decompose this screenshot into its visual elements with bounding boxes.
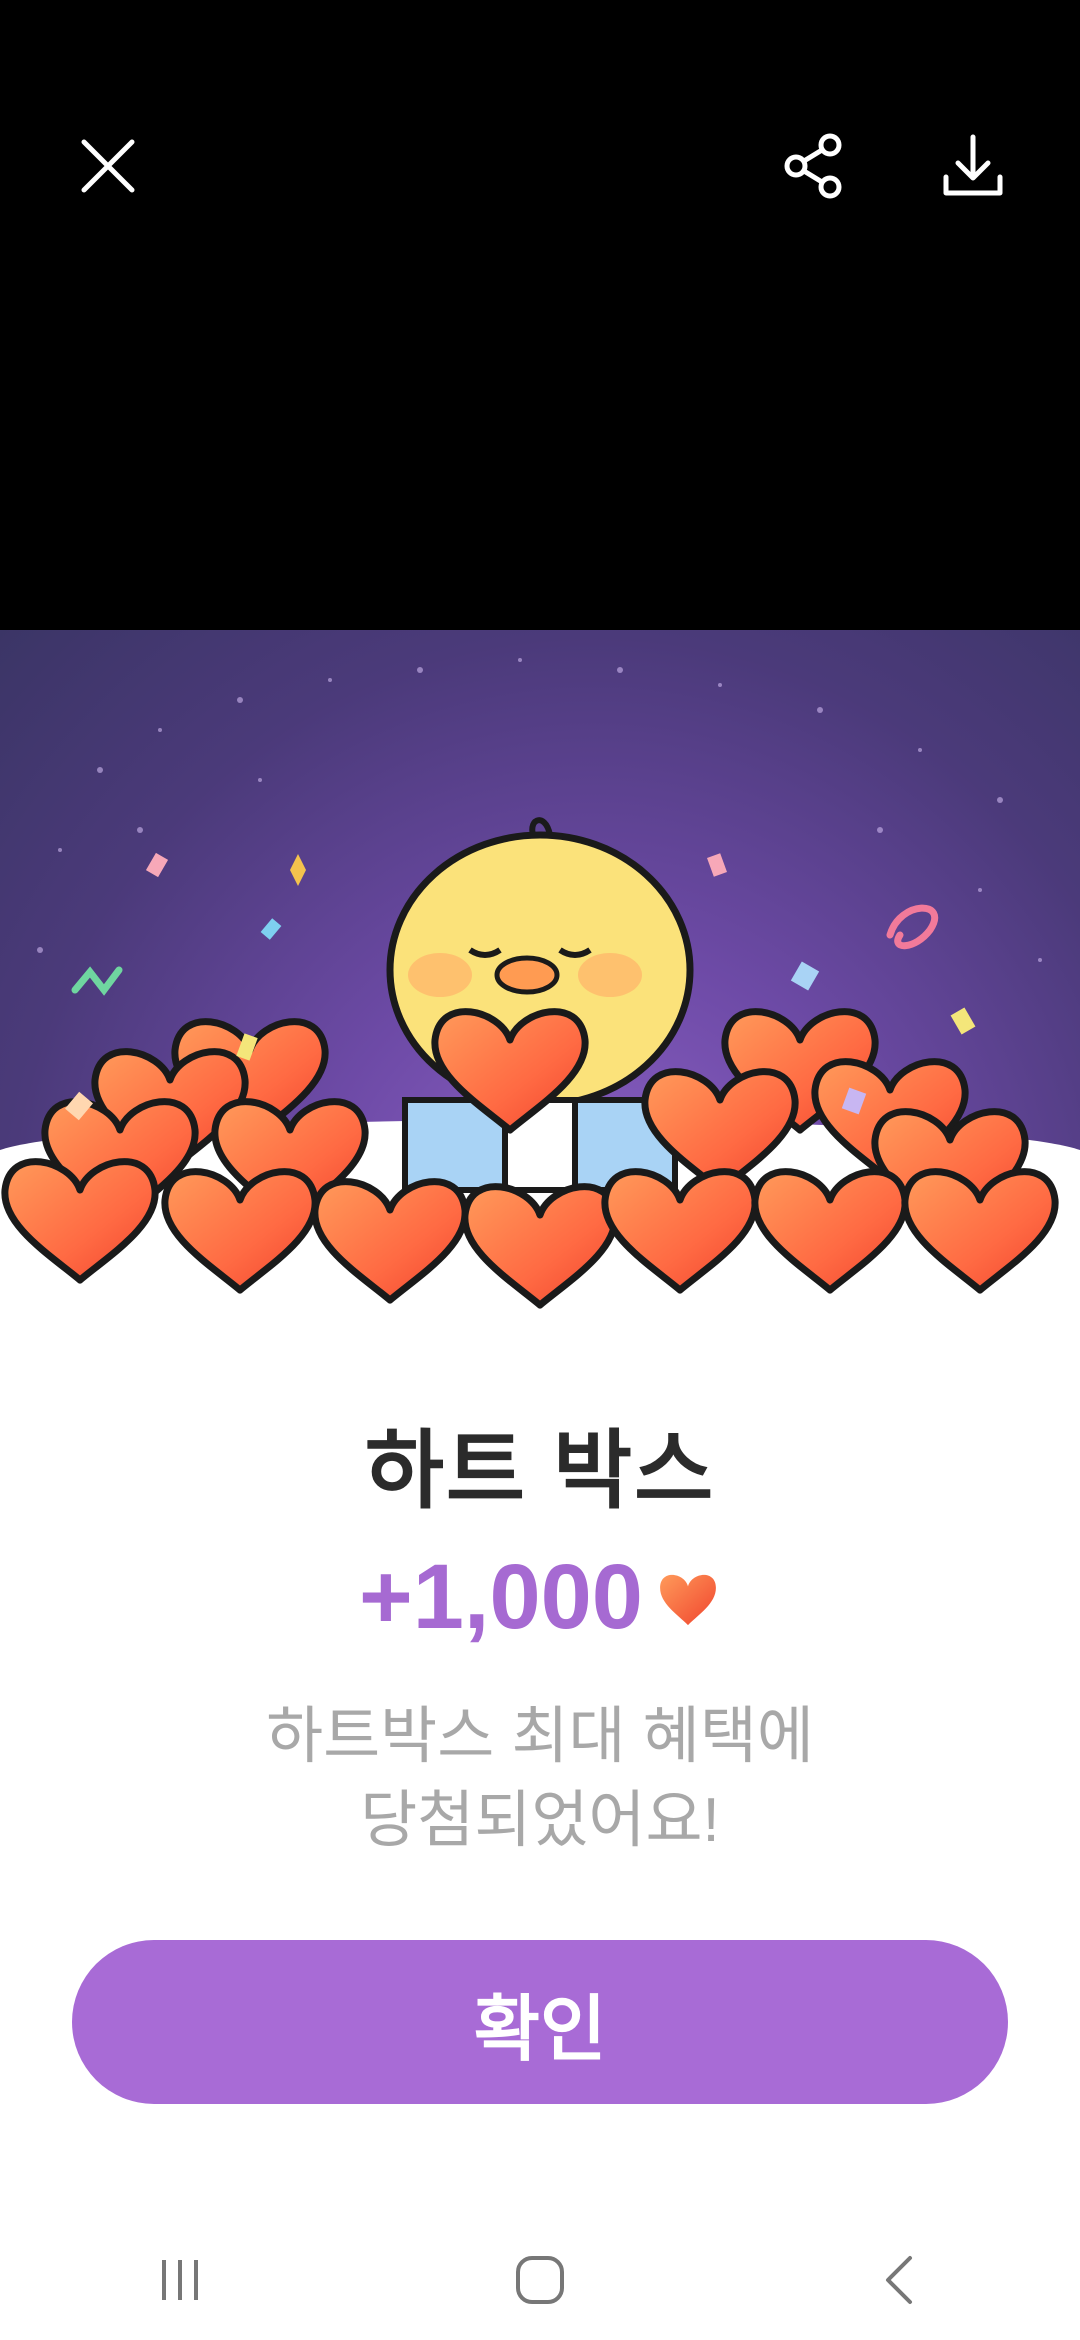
system-nav-bar bbox=[0, 2220, 1080, 2340]
reward-message-line1: 하트박스 최대 혜택에 bbox=[266, 1702, 814, 1771]
reward-message: 하트박스 최대 혜택에 당첨되었어요! bbox=[0, 1695, 1080, 1863]
confirm-button[interactable]: 확인 bbox=[72, 1940, 1008, 2104]
share-icon bbox=[784, 133, 842, 199]
home-icon bbox=[516, 2256, 564, 2304]
close-button[interactable] bbox=[60, 118, 156, 214]
back-button[interactable] bbox=[830, 2230, 970, 2330]
reward-amount: +1,000 bbox=[0, 1545, 1080, 1650]
close-icon bbox=[81, 139, 135, 193]
back-icon bbox=[886, 2256, 912, 2304]
recents-icon bbox=[162, 2260, 198, 2300]
download-icon bbox=[943, 134, 1003, 196]
reward-illustration bbox=[0, 630, 1080, 1320]
home-button[interactable] bbox=[470, 2230, 610, 2330]
amount-value: +1,000 bbox=[359, 1546, 643, 1648]
download-button[interactable] bbox=[925, 118, 1021, 214]
heart-icon bbox=[660, 1574, 716, 1625]
top-bar bbox=[0, 0, 1080, 630]
recents-button[interactable] bbox=[110, 2230, 250, 2330]
reward-message-line2: 당첨되었어요! bbox=[360, 1786, 720, 1855]
reward-title: 하트 박스 bbox=[364, 1423, 716, 1519]
share-button[interactable] bbox=[765, 118, 861, 214]
